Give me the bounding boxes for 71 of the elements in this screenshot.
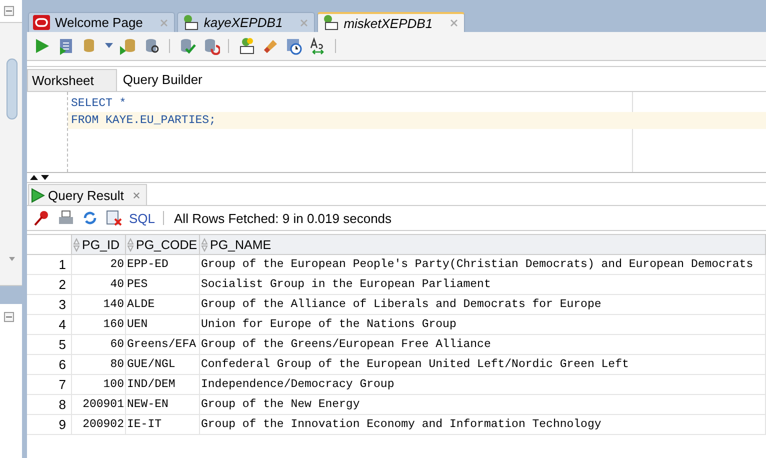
code-line: FROM KAYE.EU_PARTIES; [71,114,216,127]
table-cell: 60 [72,335,126,355]
table-cell: Greens/EFA [126,335,200,355]
table-cell: Socialist Group in the European Parliament [200,275,766,295]
tab-label: Query Result [48,188,124,202]
sql-editor[interactable]: SELECT * FROM KAYE.EU_PARTIES; [68,92,766,172]
table-cell: 100 [72,375,126,395]
row-number: 9 [27,415,72,435]
delete-icon[interactable] [105,209,123,227]
table-cell: 160 [72,315,126,335]
table-cell: NEW-EN [126,395,200,415]
printer-icon[interactable] [57,209,75,227]
run-icon [31,188,45,202]
document-tab[interactable]: misketXEPDB1 [316,12,465,32]
table-cell: IE-IT [126,415,200,435]
table-cell: EPP-ED [126,255,200,275]
column-label: PG_ID [82,238,120,252]
column-header[interactable]: PG_NAME [200,234,766,255]
result-tab[interactable]: Query Result [28,184,147,205]
sql-link[interactable]: SQL [129,210,156,226]
row-number: 7 [27,375,72,395]
tab-label: Welcome Page [55,15,143,30]
document-tab[interactable]: kayeXEPDB1 [176,12,315,32]
table-cell: Union for Europe of the Nations Group [200,315,766,335]
refresh-icon[interactable] [81,209,99,227]
row-number: 6 [27,355,72,375]
clock-icon[interactable] [285,37,303,55]
table-cell: GUE/NGL [126,355,200,375]
run-icon[interactable] [33,37,51,55]
table-cell: Group of the Alliance of Liberals and Democrats for Europe [200,295,766,315]
table-cell: UEN [126,315,200,335]
tab-label: kayeXEPDB1 [204,15,283,30]
table-cell: IND/DEM [126,375,200,395]
logo-icon [33,15,50,30]
caret-icon[interactable] [105,43,113,49]
script-icon[interactable] [57,37,75,55]
editor-tab[interactable]: Worksheet [27,69,117,91]
row-number: 5 [27,335,72,355]
column-header[interactable]: PG_CODE [126,234,200,255]
table-cell: 200901 [72,395,126,415]
column-label: PG_NAME [210,238,272,252]
minimize-icon[interactable] [4,6,14,16]
pin-icon[interactable] [33,209,51,227]
table-cell: Group of the New Energy [200,395,766,415]
row-number: 8 [27,395,72,415]
row-number: 3 [27,295,72,315]
tab-label: misketXEPDB1 [344,16,433,30]
table-cell: PES [126,275,200,295]
row-number: 4 [27,315,72,335]
table-cell: Group of the European People's Party(Christian Democrats) and European Democrats [200,255,766,275]
document-tab[interactable]: Welcome Page [28,12,175,32]
minimize-icon[interactable] [4,312,14,322]
table-cell: 20 [72,255,126,275]
table-cell: ALDE [126,295,200,315]
column-label: PG_CODE [136,238,198,252]
column-header[interactable]: PG_ID [72,234,126,255]
table-cell: 140 [72,295,126,315]
table-cell: Group of the Greens/European Free Alliance [200,335,766,355]
table-cell: 80 [72,355,126,375]
splitter-arrows-icon[interactable] [29,174,51,181]
row-number: 2 [27,275,72,295]
eraser-icon[interactable] [261,37,279,55]
code-line: SELECT * [71,97,126,110]
table-cell: 200902 [72,415,126,435]
table-cell: 40 [72,275,126,295]
row-number: 1 [27,255,72,275]
close-icon[interactable] [132,192,140,198]
status-text: All Rows Fetched: 9 in 0.019 seconds [174,210,392,226]
table-cell: Confederal Group of the European United Left/Nordic Green Left [200,355,766,375]
table-cell: Group of the Innovation Economy and Information Technology [200,415,766,435]
table-cell: Independence/Democracy Group [200,375,766,395]
